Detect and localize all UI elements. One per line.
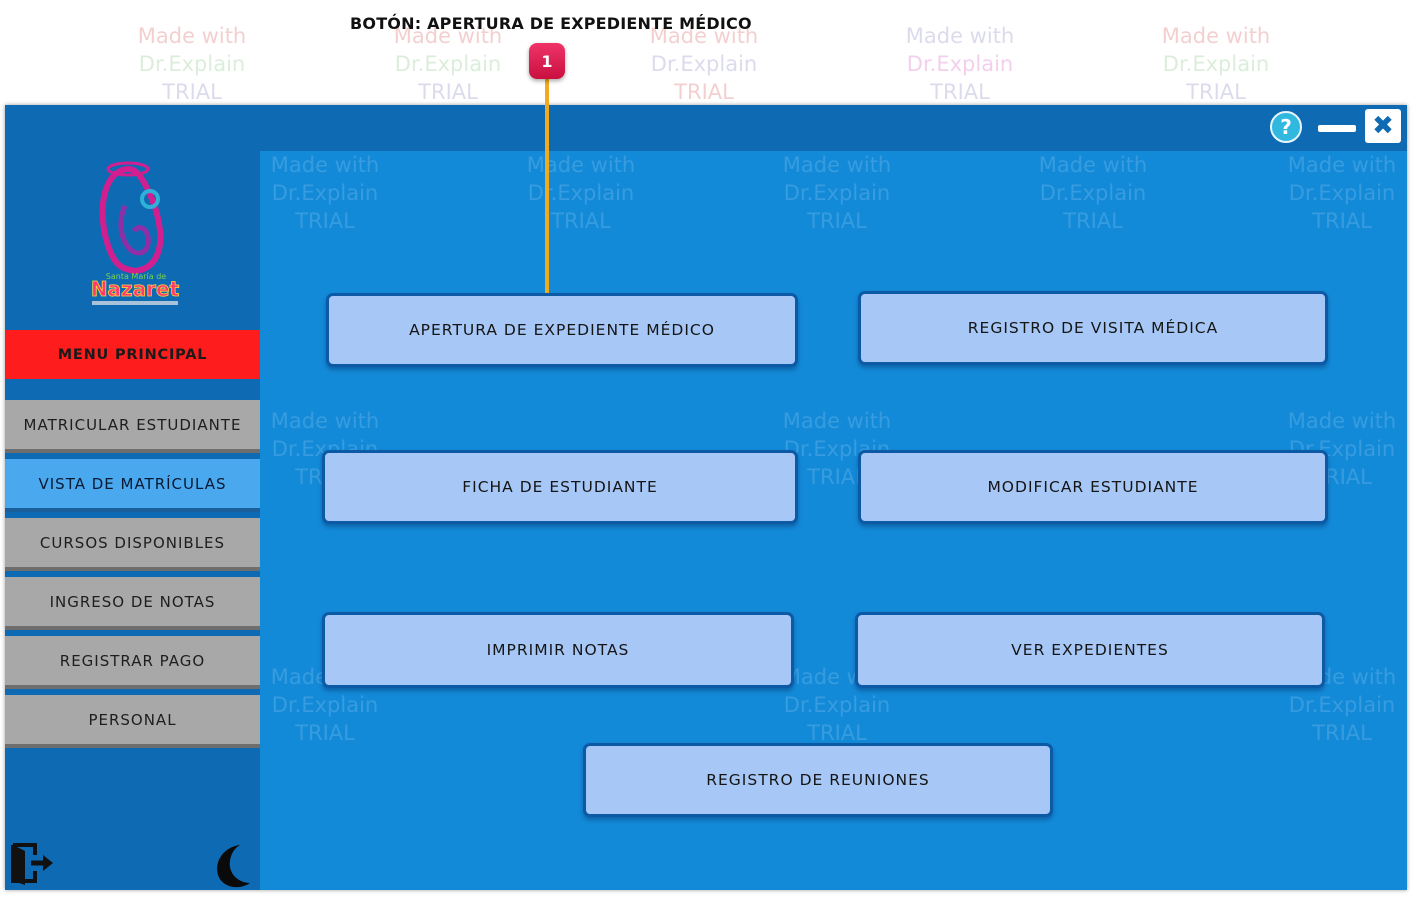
watermark-line: Dr.Explain: [527, 181, 635, 205]
watermark-line: Made with: [137, 24, 247, 48]
callout-line: [545, 78, 549, 293]
exit-icon[interactable]: [9, 841, 57, 885]
nazaret-logo: Santa María de Nazaret: [90, 161, 180, 305]
watermark-line: TRIAL: [551, 209, 611, 233]
watermark: Made with Dr.Explain TRIAL: [1028, 151, 1158, 235]
close-icon: ✖: [1372, 111, 1394, 141]
sidebar-item-matricular-estudiante[interactable]: MATRICULAR ESTUDIANTE: [5, 400, 260, 453]
watermark-line: TRIAL: [1312, 721, 1372, 745]
modificar-estudiante-button[interactable]: MODIFICAR ESTUDIANTE: [858, 450, 1328, 524]
watermark: Made with Dr.Explain TRIAL: [1277, 151, 1407, 235]
app-window: ? ✖ Santa María de Nazaret MENU PRINCIPA…: [5, 105, 1407, 890]
watermark: Made with Dr.Explain TRIAL: [383, 22, 513, 106]
watermark-line: Dr.Explain: [1288, 693, 1396, 717]
logo-title: Nazaret: [91, 277, 180, 301]
watermark-line: TRIAL: [295, 721, 355, 745]
watermark: Made with Dr.Explain TRIAL: [895, 22, 1025, 106]
menu-principal-header: MENU PRINCIPAL: [5, 330, 260, 379]
moon-icon[interactable]: [210, 841, 258, 889]
watermark-line: Dr.Explain: [1039, 181, 1147, 205]
watermark-line: Made with: [1287, 153, 1397, 177]
watermark-line: Dr.Explain: [1162, 52, 1270, 76]
watermark: Made with Dr.Explain TRIAL: [516, 151, 646, 235]
ver-expedientes-button[interactable]: VER EXPEDIENTES: [855, 612, 1325, 688]
watermark-line: Made with: [1287, 409, 1397, 433]
minimize-button[interactable]: [1318, 125, 1356, 132]
sidebar-item-ingreso-de-notas[interactable]: INGRESO DE NOTAS: [5, 577, 260, 630]
watermark-line: Dr.Explain: [783, 181, 891, 205]
registro-visita-button[interactable]: REGISTRO DE VISITA MÉDICA: [858, 291, 1328, 365]
watermark-line: Made with: [782, 409, 892, 433]
callout-badge: 1: [529, 43, 565, 79]
registro-reuniones-button[interactable]: REGISTRO DE REUNIONES: [583, 743, 1053, 817]
watermark-line: TRIAL: [1063, 209, 1123, 233]
callout-title: BOTÓN: APERTURA DE EXPEDIENTE MÉDICO: [350, 14, 752, 33]
watermark-line: Dr.Explain: [271, 181, 379, 205]
watermark: Made with Dr.Explain TRIAL: [127, 22, 257, 106]
main-content: Made with Dr.Explain TRIAL Made with Dr.Exp…: [260, 151, 1407, 890]
help-button[interactable]: ?: [1270, 111, 1302, 143]
help-icon: ?: [1280, 115, 1292, 139]
watermark-line: Dr.Explain: [650, 52, 758, 76]
sidebar-item-personal[interactable]: PERSONAL: [5, 695, 260, 748]
watermark-line: TRIAL: [930, 80, 990, 104]
watermark: Made with Dr.Explain TRIAL: [772, 151, 902, 235]
watermark-line: Dr.Explain: [1288, 181, 1396, 205]
ficha-estudiante-button[interactable]: FICHA DE ESTUDIANTE: [322, 450, 798, 524]
close-button[interactable]: ✖: [1365, 109, 1401, 143]
watermark-line: Made with: [905, 24, 1015, 48]
sidebar-item-vista-de-matriculas[interactable]: VISTA DE MATRÍCULAS: [5, 459, 260, 512]
watermark-line: Made with: [1038, 153, 1148, 177]
imprimir-notas-button[interactable]: IMPRIMIR NOTAS: [322, 612, 794, 688]
sidebar-item-registrar-pago[interactable]: REGISTRAR PAGO: [5, 636, 260, 689]
title-bar: ? ✖: [5, 105, 1407, 151]
watermark-line: Dr.Explain: [271, 693, 379, 717]
watermark-line: TRIAL: [674, 80, 734, 104]
sidebar-item-cursos-disponibles[interactable]: CURSOS DISPONIBLES: [5, 518, 260, 571]
watermark-line: Dr.Explain: [138, 52, 246, 76]
watermark-line: Made with: [270, 153, 380, 177]
screenshot-stage: Made with Dr.Explain TRIAL Made with Dr.…: [0, 0, 1416, 898]
watermark: Made with Dr.Explain TRIAL: [260, 151, 390, 235]
watermark-line: Made with: [526, 153, 636, 177]
watermark-line: TRIAL: [1312, 209, 1372, 233]
watermark-line: TRIAL: [1186, 80, 1246, 104]
watermark: Made with Dr.Explain TRIAL: [639, 22, 769, 106]
watermark-line: Made with: [782, 153, 892, 177]
watermark-line: TRIAL: [295, 209, 355, 233]
watermark-line: Dr.Explain: [906, 52, 1014, 76]
watermark-line: Dr.Explain: [783, 693, 891, 717]
watermark-line: TRIAL: [418, 80, 478, 104]
watermark-line: Dr.Explain: [394, 52, 502, 76]
watermark-line: Made with: [1161, 24, 1271, 48]
sidebar: Santa María de Nazaret MENU PRINCIPAL MA…: [5, 151, 260, 890]
watermark: Made with Dr.Explain TRIAL: [1151, 22, 1281, 106]
watermark-line: TRIAL: [807, 209, 867, 233]
watermark-line: TRIAL: [162, 80, 222, 104]
apertura-expediente-button[interactable]: APERTURA DE EXPEDIENTE MÉDICO: [326, 293, 798, 367]
watermark-line: Made with: [270, 409, 380, 433]
